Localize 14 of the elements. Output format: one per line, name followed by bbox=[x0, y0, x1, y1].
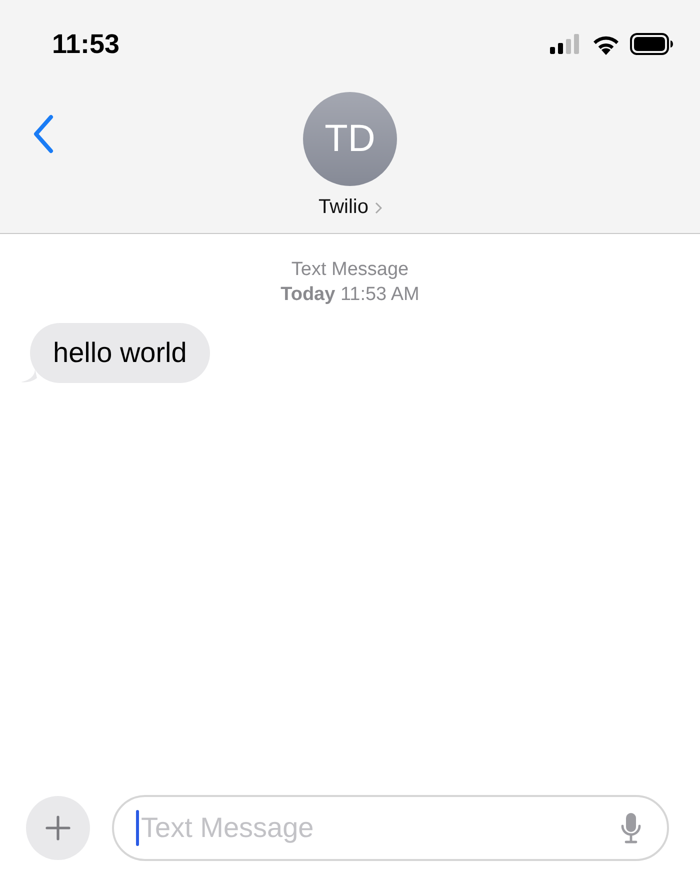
composer-field[interactable]: Text Message bbox=[112, 795, 669, 861]
microphone-icon[interactable] bbox=[621, 812, 641, 844]
message-timestamp: Today 11:53 AM bbox=[280, 284, 420, 306]
contact-name[interactable]: Twilio bbox=[318, 196, 368, 219]
wifi-icon bbox=[592, 34, 620, 54]
message-bubble: hello world bbox=[30, 323, 210, 383]
battery-icon bbox=[630, 33, 674, 55]
back-icon[interactable] bbox=[32, 114, 54, 154]
service-label: Text Message bbox=[291, 259, 409, 281]
plus-icon bbox=[45, 815, 71, 841]
message-input[interactable]: Text Message bbox=[139, 812, 621, 844]
chevron-icon bbox=[374, 202, 382, 214]
status-time: 11:53 bbox=[52, 28, 120, 60]
signal-icon bbox=[550, 34, 582, 54]
